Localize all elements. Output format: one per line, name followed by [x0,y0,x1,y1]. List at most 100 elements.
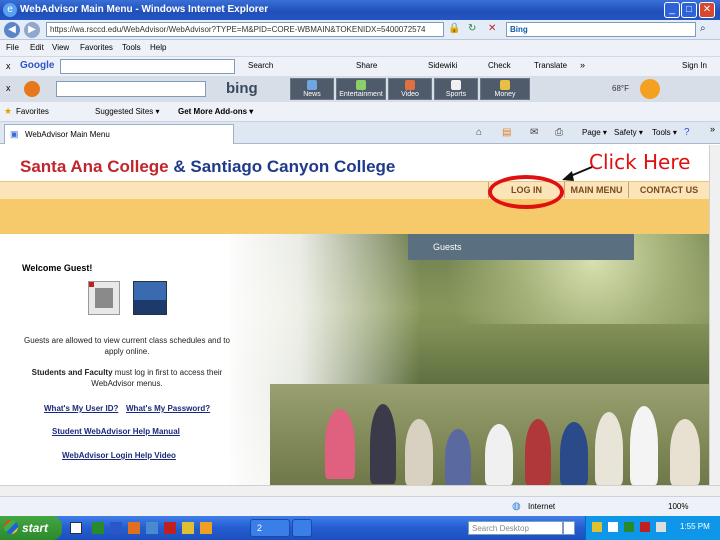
home-icon[interactable]: ⌂ [476,127,482,138]
bing-toolbar-close[interactable]: x [6,83,11,93]
ie-taskbar-group[interactable]: 2 [250,519,290,537]
google-search-input[interactable] [60,59,235,74]
user-id-link[interactable]: What's My User ID? [44,404,118,413]
bing-search-input[interactable] [56,81,206,97]
quicklaunch-word-icon[interactable] [110,522,122,534]
menu-file[interactable]: File [6,43,19,52]
menu-tools[interactable]: Tools [122,43,141,52]
password-link[interactable]: What's My Password? [126,404,210,413]
campus-photo [230,234,709,485]
guests-header: Guests [408,234,634,260]
address-input[interactable]: https://wa.rsccd.edu/WebAdvisor/WebAdvis… [46,22,444,37]
bing-toolbar: x bing News Entertainment Video Sports M… [0,76,720,102]
quicklaunch-folder-icon[interactable] [182,522,194,534]
horizontal-scrollbar[interactable] [0,485,720,496]
quicklaunch-ie-icon[interactable] [146,522,158,534]
menu-help[interactable]: Help [150,43,166,52]
quicklaunch-excel-icon[interactable] [92,522,104,534]
menu-view[interactable]: View [52,43,69,52]
minimize-button[interactable]: _ [664,2,680,18]
money-button[interactable]: Money [480,78,530,100]
quicklaunch-icon[interactable] [70,522,82,534]
taskbar-window-button[interactable] [292,519,312,537]
person-figure [405,419,433,485]
person-figure [630,406,658,485]
stop-icon[interactable]: ✕ [488,23,496,34]
desktop-search-input[interactable]: Search Desktop [468,521,563,535]
status-bar: ◍ Internet 100% [0,496,720,516]
college-title: Santa Ana College & Santiago Canyon Coll… [20,157,395,177]
tray-icon[interactable] [640,522,650,532]
tab-bar: ▣ WebAdvisor Main Menu ⌂ ▤ ✉ ⎙ Page ▾ Sa… [0,122,720,144]
suggested-sites[interactable]: Suggested Sites ▾ [95,107,160,116]
zoom-level[interactable]: 100% [668,502,688,511]
maximize-button[interactable]: □ [681,2,697,18]
translate-button[interactable]: Translate [534,61,567,70]
menu-edit[interactable]: Edit [30,43,44,52]
help-video-link[interactable]: WebAdvisor Login Help Video [62,451,176,460]
favorites-button[interactable]: Favorites [16,107,49,116]
tray-icon[interactable] [624,522,634,532]
money-icon [500,80,510,90]
signin-button[interactable]: Sign In [682,61,707,70]
sports-button[interactable]: Sports [434,78,478,100]
google-toolbar-close[interactable]: x [6,61,11,71]
volume-icon[interactable] [656,522,666,532]
tab-webadvisor[interactable]: ▣ WebAdvisor Main Menu [4,124,234,144]
help-manual-link[interactable]: Student WebAdvisor Help Manual [52,427,180,436]
quicklaunch-powerpoint-icon[interactable] [128,522,140,534]
google-search-button[interactable]: Search [248,61,273,70]
ie-group-count: 2 [257,523,263,533]
building-shape [95,288,113,308]
clock[interactable]: 1:55 PM [680,522,710,531]
help-icon[interactable]: ? [684,127,690,138]
firefox-icon [24,81,40,97]
back-button[interactable]: ◀ [4,22,20,38]
start-button[interactable]: start [0,516,62,540]
check-button[interactable]: Check [488,61,511,70]
get-addons[interactable]: Get More Add-ons ▾ [178,107,253,116]
window-title-bar: e WebAdvisor Main Menu - Windows Interne… [0,0,720,20]
menu-favorites[interactable]: Favorites [80,43,113,52]
search-icon[interactable]: ⌕ [700,23,706,34]
taskbar: start 2 Search Desktop 1:55 PM [0,516,720,540]
building-flag [89,282,94,287]
quicklaunch-media-icon[interactable] [200,522,212,534]
refresh-icon[interactable]: ↻ [468,23,476,34]
tray-icon[interactable] [608,522,618,532]
window-title: WebAdvisor Main Menu - Windows Internet … [20,4,269,15]
news-button[interactable]: News [290,78,334,100]
tools-menu[interactable]: Tools ▾ [652,128,677,137]
close-button[interactable]: ✕ [699,2,715,18]
tab-label: WebAdvisor Main Menu [25,130,110,139]
person-figure [560,422,588,485]
sidewiki-button[interactable]: Sidewiki [428,61,457,70]
vertical-scrollbar[interactable] [709,145,720,485]
nav-main-menu[interactable]: MAIN MENU [564,182,628,198]
security-zone: Internet [528,502,556,511]
share-button[interactable]: Share [356,61,377,70]
google-logo: Google [20,60,55,71]
print-icon[interactable]: ⎙ [555,127,563,138]
guests-header-label: Guests [433,242,462,252]
entertainment-button[interactable]: Entertainment [336,78,386,100]
command-more[interactable]: » [710,124,715,134]
quicklaunch-acrobat-icon[interactable] [164,522,176,534]
students-bold: Students and Faculty [31,368,113,377]
forward-button[interactable]: ▶ [24,22,40,38]
video-button[interactable]: Video [388,78,432,100]
person-figure [370,404,396,484]
nav-contact-us[interactable]: CONTACT US [628,182,709,198]
sun-icon [640,79,660,99]
desktop-search-button[interactable] [563,521,575,535]
more-chevron[interactable]: » [580,60,585,70]
video-icon [405,80,415,90]
page-menu[interactable]: Page ▾ [582,128,607,137]
feeds-icon[interactable]: ▤ [502,127,511,138]
mail-icon[interactable]: ✉ [530,127,538,138]
welcome-heading: Welcome Guest! [22,263,93,273]
tray-icon[interactable] [592,522,602,532]
search-input[interactable]: Bing [506,22,696,37]
safety-menu[interactable]: Safety ▾ [614,128,643,137]
favorites-star-icon: ★ [4,106,13,116]
